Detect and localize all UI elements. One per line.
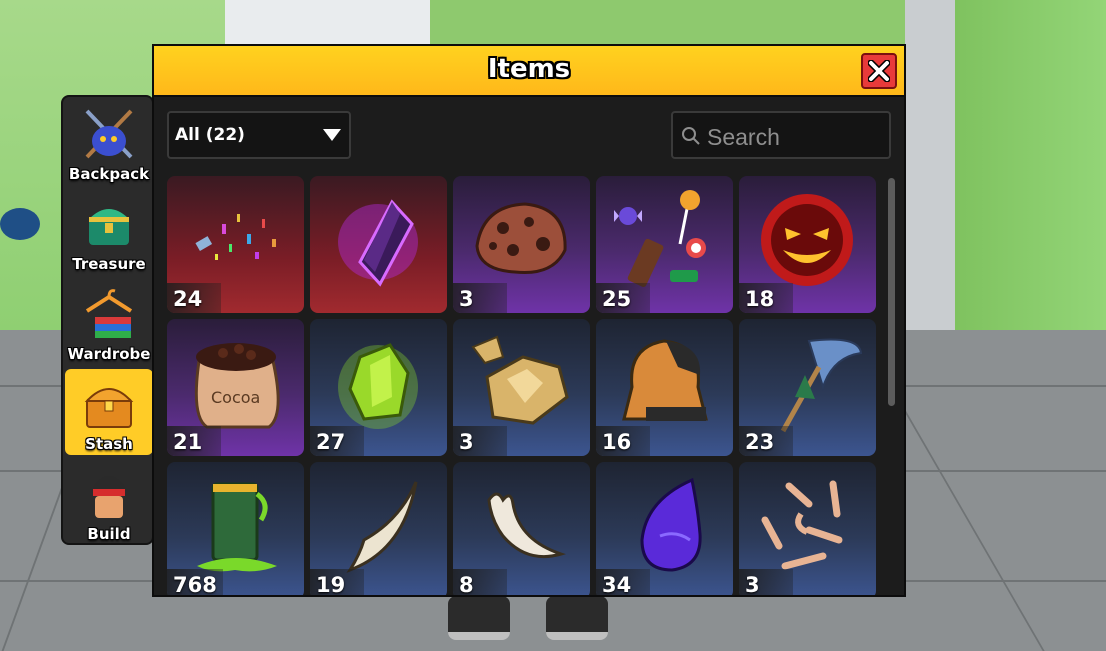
sidebar-item-label: Treasure bbox=[72, 255, 146, 273]
candy-icon bbox=[614, 190, 706, 287]
item-quantity: 23 bbox=[739, 426, 793, 456]
close-button[interactable] bbox=[861, 53, 897, 89]
window-title: Items bbox=[487, 54, 571, 84]
item-tile[interactable]: 3 bbox=[453, 319, 590, 456]
filter-dropdown[interactable]: All (22) bbox=[167, 111, 351, 159]
item-grid: 24 3 25 18 Cocoa 21 27 3 16 23 768 19 8 … bbox=[167, 176, 879, 595]
tooth-icon bbox=[487, 492, 567, 559]
pillar bbox=[905, 0, 955, 360]
character-shoe-right bbox=[546, 596, 608, 640]
item-quantity: 8 bbox=[453, 569, 507, 595]
item-tile[interactable]: 3 bbox=[453, 176, 590, 313]
hood-cloth-icon bbox=[622, 339, 708, 421]
item-quantity: 19 bbox=[310, 569, 364, 595]
dark-crystal-icon bbox=[338, 199, 418, 287]
chevron-down-icon bbox=[323, 129, 341, 141]
bones-icon bbox=[761, 480, 843, 570]
sidebar-item-label: Backpack bbox=[68, 165, 150, 183]
item-quantity: 16 bbox=[596, 426, 650, 456]
item-quantity: 34 bbox=[596, 569, 650, 595]
item-quantity: 25 bbox=[596, 283, 650, 313]
treasure-icon bbox=[89, 209, 129, 245]
item-quantity: 3 bbox=[739, 569, 793, 595]
sidebar-item-backpack[interactable]: Backpack bbox=[65, 99, 153, 185]
side-menu: Backpack Treasure Wardrobe Stash Build bbox=[61, 95, 154, 545]
slime-jar-icon bbox=[197, 482, 277, 572]
sidebar-item-label: Build bbox=[87, 525, 131, 543]
build-icon bbox=[93, 476, 125, 518]
item-tile[interactable]: 25 bbox=[596, 176, 733, 313]
item-quantity: 18 bbox=[739, 283, 793, 313]
item-tile[interactable]: Cocoa 21 bbox=[167, 319, 304, 456]
item-tile[interactable]: 768 bbox=[167, 462, 304, 595]
scrollbar[interactable] bbox=[888, 178, 895, 406]
close-icon bbox=[868, 60, 890, 82]
item-tile[interactable]: 34 bbox=[596, 462, 733, 595]
evil-fireball-icon bbox=[761, 194, 853, 286]
search-input[interactable] bbox=[705, 122, 889, 152]
sidebar-item-stash[interactable]: Stash bbox=[65, 369, 153, 455]
wardrobe-icon bbox=[85, 289, 133, 338]
sidebar-item-label: Stash bbox=[85, 435, 133, 453]
window-titlebar: Items bbox=[154, 46, 904, 97]
item-tile[interactable]: 24 bbox=[167, 176, 304, 313]
item-quantity: 768 bbox=[167, 569, 223, 595]
item-tile[interactable]: 3 bbox=[739, 462, 876, 595]
backpack-icon bbox=[85, 109, 133, 159]
purple-drop-icon bbox=[640, 477, 702, 572]
sidebar-item-build[interactable]: Build bbox=[65, 459, 153, 545]
item-tile[interactable] bbox=[310, 176, 447, 313]
sidebar-item-label: Wardrobe bbox=[67, 345, 151, 363]
item-tile[interactable]: 19 bbox=[310, 462, 447, 595]
cocoa-sack-icon: Cocoa bbox=[194, 343, 280, 429]
item-quantity: 24 bbox=[167, 283, 221, 313]
item-quantity: 3 bbox=[453, 283, 507, 313]
cookie-icon bbox=[475, 202, 567, 275]
character-shoe-left bbox=[448, 596, 510, 640]
confetti-icon bbox=[195, 214, 276, 260]
filter-selected-value: All (22) bbox=[175, 125, 245, 145]
sidebar-item-wardrobe[interactable]: Wardrobe bbox=[65, 279, 153, 365]
search-box[interactable] bbox=[671, 111, 891, 159]
sidebar-item-treasure[interactable]: Treasure bbox=[65, 189, 153, 275]
green-wall-top bbox=[430, 0, 910, 45]
item-tile[interactable]: 8 bbox=[453, 462, 590, 595]
item-tile[interactable]: 27 bbox=[310, 319, 447, 456]
item-tile[interactable]: 18 bbox=[739, 176, 876, 313]
green-wall-right bbox=[955, 0, 1106, 380]
item-quantity: 21 bbox=[167, 426, 221, 456]
items-window: Items All (22) Search 24 3 25 18 Cocoa 2… bbox=[152, 44, 906, 597]
bush bbox=[0, 208, 40, 240]
fang-icon bbox=[346, 481, 418, 573]
item-tile[interactable]: 23 bbox=[739, 319, 876, 456]
item-quantity: 3 bbox=[453, 426, 507, 456]
gold-ore-icon bbox=[471, 335, 569, 425]
search-icon bbox=[682, 127, 700, 145]
feather-arrow-icon bbox=[780, 338, 863, 433]
item-quantity: 27 bbox=[310, 426, 364, 456]
item-tile[interactable]: 16 bbox=[596, 319, 733, 456]
stash-icon bbox=[84, 388, 134, 428]
svg-text:Cocoa: Cocoa bbox=[211, 388, 260, 407]
green-ore-icon bbox=[338, 343, 418, 429]
